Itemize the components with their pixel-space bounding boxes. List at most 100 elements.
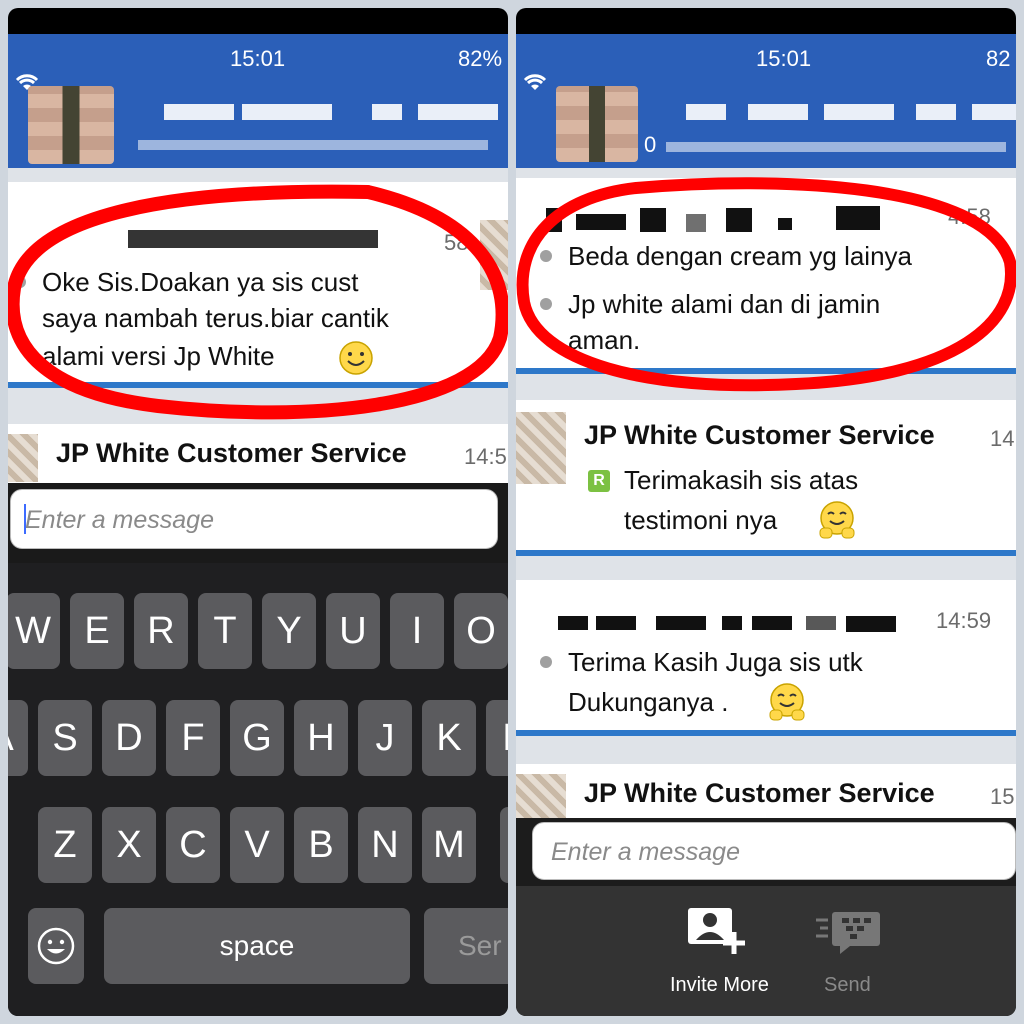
message-text-line: Oke Sis.Doakan ya sis cust — [42, 267, 359, 297]
key-v[interactable]: V — [230, 807, 284, 883]
message-text-line: Dukunganya . — [568, 687, 729, 717]
contact-status-redacted — [138, 140, 488, 150]
battery-level: 82% — [458, 46, 503, 71]
key-x[interactable]: X — [102, 807, 156, 883]
message-divider — [516, 368, 1016, 374]
sender-name: JP White Customer Service — [584, 420, 935, 450]
sender-avatar — [8, 434, 38, 482]
space-key[interactable]: space — [104, 908, 410, 984]
key-edge[interactable] — [500, 807, 508, 883]
key-d[interactable]: D — [102, 700, 156, 776]
sender-name-redacted — [726, 208, 752, 232]
contact-name-redacted — [916, 104, 956, 120]
key-e[interactable]: E — [70, 593, 124, 669]
send-key[interactable]: Ser — [424, 908, 508, 984]
chat-area: 4:58 Beda dengan cream yg lainya Jp whit… — [516, 168, 1016, 818]
sender-name: JP White Customer Service — [584, 778, 935, 808]
message-input[interactable]: Enter a message — [532, 822, 1016, 880]
key-m[interactable]: M — [422, 807, 476, 883]
text-caret — [24, 504, 26, 534]
key-g[interactable]: G — [230, 700, 284, 776]
message-input[interactable]: Enter a message — [10, 489, 498, 549]
sender-name-redacted — [128, 230, 378, 248]
status-time: 15:01 — [230, 46, 286, 71]
sender-name-redacted — [806, 616, 836, 630]
chat-header: 15:01 82 0 — [516, 34, 1016, 168]
message-card[interactable]: JP White Customer Service 14:5 — [8, 424, 508, 486]
bbm-send-icon — [816, 912, 880, 954]
message-text-line: Terima Kasih Juga sis utk — [568, 647, 863, 677]
bottom-action-bar: Invite More Send — [516, 886, 1016, 1016]
key-a[interactable]: A — [8, 700, 28, 776]
contact-name-redacted — [748, 104, 808, 120]
message-bullet — [540, 656, 552, 668]
smiley-emoji-icon — [339, 341, 373, 375]
message-input-placeholder: Enter a message — [25, 506, 214, 534]
status-time: 15:01 — [756, 46, 812, 71]
key-c[interactable]: C — [166, 807, 220, 883]
key-o[interactable]: O — [454, 593, 508, 669]
key-f[interactable]: F — [166, 700, 220, 776]
sender-avatar — [516, 412, 566, 484]
message-card[interactable]: JP White Customer Service 14 R Terimakas… — [516, 400, 1016, 550]
message-input-bar: Enter a message — [8, 483, 508, 563]
contact-name-redacted — [972, 104, 1016, 120]
keyboard: WERTYUIO ASDFGHJKL ZXCVBNM space Ser — [8, 563, 508, 1016]
contact-avatar[interactable] — [556, 86, 638, 162]
message-card[interactable]: 58 Oke Sis.Doakan ya sis cust saya namba… — [8, 182, 508, 382]
key-w[interactable]: W — [8, 593, 60, 669]
send-label: Send — [824, 974, 871, 996]
contact-avatar[interactable] — [28, 86, 114, 164]
key-n[interactable]: N — [358, 807, 412, 883]
key-b[interactable]: B — [294, 807, 348, 883]
key-z[interactable]: Z — [38, 807, 92, 883]
emoji-key[interactable] — [28, 908, 84, 984]
key-j[interactable]: J — [358, 700, 412, 776]
message-card[interactable]: 14:59 Terima Kasih Juga sis utk Dukungan… — [516, 580, 1016, 730]
chat-area: 58 Oke Sis.Doakan ya sis cust saya namba… — [8, 168, 508, 486]
message-time: 4:58 — [948, 204, 991, 229]
left-screenshot: 15:01 82% 58 Oke Sis.Doakan ya sis cust … — [8, 8, 508, 1016]
key-i[interactable]: I — [390, 593, 444, 669]
key-k[interactable]: K — [422, 700, 476, 776]
message-divider — [8, 382, 508, 388]
sender-avatar — [480, 220, 508, 290]
contact-name-redacted — [242, 104, 332, 120]
message-input-placeholder: Enter a message — [551, 838, 740, 866]
invite-more-label: Invite More — [670, 974, 769, 996]
message-bullet — [540, 298, 552, 310]
message-text-line: Beda dengan cream yg lainya — [568, 241, 913, 271]
sender-name-redacted — [656, 616, 706, 630]
sender-name-redacted — [640, 208, 666, 232]
key-r[interactable]: R — [134, 593, 188, 669]
read-receipt-badge: R — [588, 470, 610, 492]
key-y[interactable]: Y — [262, 593, 316, 669]
send-button[interactable]: Send — [812, 900, 892, 1000]
message-time: 14 — [990, 426, 1015, 451]
hug-emoji-icon — [769, 683, 805, 721]
key-h[interactable]: H — [294, 700, 348, 776]
sender-name-redacted — [778, 218, 792, 230]
message-card[interactable]: 4:58 Beda dengan cream yg lainya Jp whit… — [516, 178, 1016, 368]
sender-name-redacted — [558, 616, 588, 630]
key-t[interactable]: T — [198, 593, 252, 669]
message-input-bar: Enter a message — [516, 818, 1016, 886]
message-bullet — [540, 250, 552, 262]
message-card[interactable]: JP White Customer Service 15 — [516, 764, 1016, 818]
sender-avatar — [516, 774, 566, 818]
sender-name-redacted — [596, 616, 636, 630]
invite-more-button[interactable]: Invite More — [666, 900, 776, 1000]
message-time: 15 — [990, 784, 1015, 809]
contact-name-redacted — [824, 104, 894, 120]
wifi-icon — [523, 74, 547, 90]
key-l[interactable]: L — [486, 700, 508, 776]
message-text-line: Terimakasih sis atas — [624, 465, 859, 495]
message-text-line: saya nambah terus.biar cantik — [42, 303, 389, 333]
contact-name-redacted — [164, 104, 234, 120]
message-bullet — [14, 276, 26, 288]
message-divider — [516, 550, 1016, 556]
key-u[interactable]: U — [326, 593, 380, 669]
sender-name-redacted — [686, 214, 706, 232]
sender-name-redacted — [722, 616, 742, 630]
key-s[interactable]: S — [38, 700, 92, 776]
